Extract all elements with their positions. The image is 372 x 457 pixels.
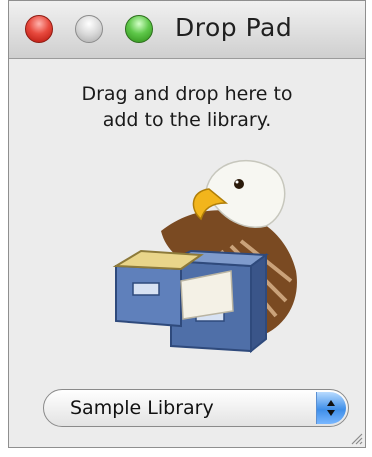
drop-target[interactable]	[101, 151, 301, 361]
minimize-button[interactable]	[75, 15, 103, 43]
window-title: Drop Pad	[175, 13, 293, 42]
drop-pad-window: Drop Pad Drag and drop here to add to th…	[8, 0, 366, 448]
popup-arrows-icon[interactable]	[316, 392, 346, 424]
library-select[interactable]: Sample Library	[43, 389, 349, 427]
title-bar[interactable]: Drop Pad	[9, 1, 365, 59]
zoom-button[interactable]	[125, 15, 153, 43]
close-button[interactable]	[25, 15, 53, 43]
library-select-value: Sample Library	[70, 397, 214, 419]
drop-instruction: Drag and drop here to add to the library…	[9, 81, 365, 133]
resize-grip-icon[interactable]	[347, 429, 363, 445]
instruction-line-1: Drag and drop here to	[81, 83, 293, 105]
eagle-file-cabinet-icon	[112, 159, 297, 354]
instruction-line-2: add to the library.	[102, 109, 272, 131]
